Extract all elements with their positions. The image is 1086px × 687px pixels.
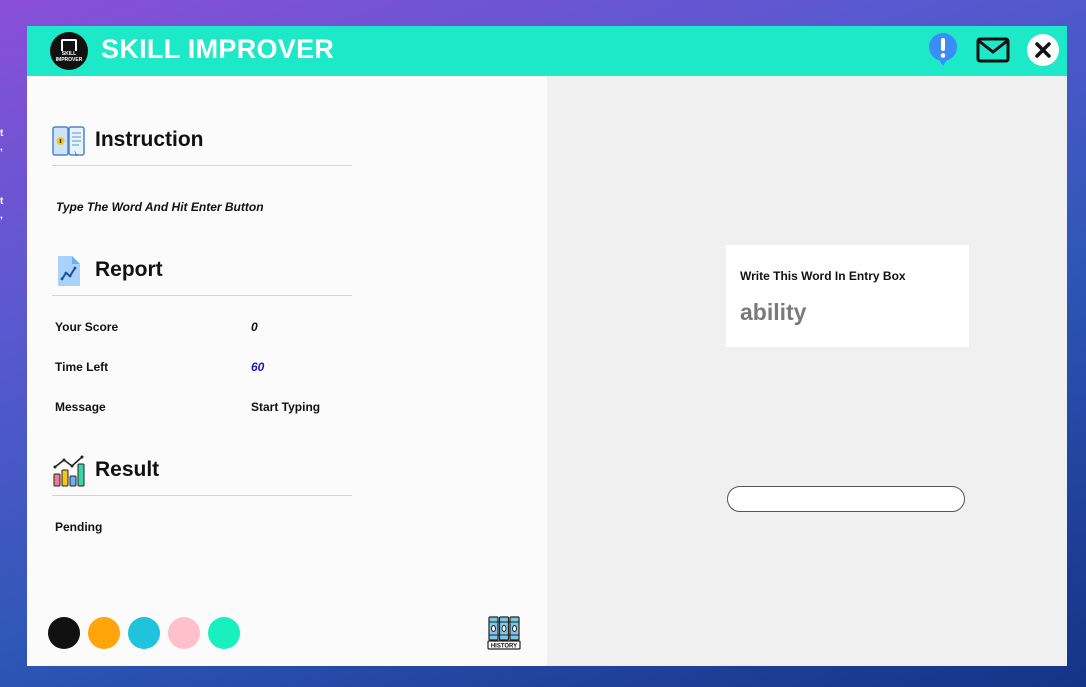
svg-text:HISTORY: HISTORY (491, 643, 517, 649)
app-window: SKILL IMPROVER SKILL IMPROVER Instructio… (27, 26, 1067, 666)
theme-swatch-orange[interactable] (88, 617, 120, 649)
result-heading: Result (95, 458, 160, 481)
instruction-book-icon (52, 124, 86, 158)
word-prompt: Write This Word In Entry Box (740, 269, 906, 283)
target-word: ability (740, 299, 807, 325)
time-left-value: 60 (251, 360, 265, 374)
message-label: Message (55, 400, 106, 414)
message-value: Start Typing (251, 400, 321, 414)
history-button[interactable]: HISTORY (487, 616, 521, 650)
desktop-text-fragment: t, (0, 196, 4, 221)
report-header: Report (52, 254, 352, 296)
result-bar-chart-icon (52, 454, 86, 488)
theme-swatch-cyan[interactable] (128, 617, 160, 649)
app-logo: SKILL IMPROVER (50, 32, 88, 70)
app-title: SKILL IMPROVER (101, 34, 335, 64)
instruction-heading: Instruction (95, 128, 204, 151)
instruction-header: Instruction (52, 124, 352, 166)
desktop-text-fragment: t, (0, 128, 4, 153)
score-label: Your Score (55, 320, 119, 334)
word-entry-input[interactable] (727, 486, 965, 512)
word-card: Write This Word In Entry Box ability (726, 245, 969, 347)
theme-swatch-mint[interactable] (208, 617, 240, 649)
theme-swatch-pink[interactable] (168, 617, 200, 649)
report-heading: Report (95, 258, 163, 281)
theme-swatch-black[interactable] (48, 617, 80, 649)
info-alert-icon[interactable] (925, 32, 961, 68)
history-icon: HISTORY (487, 616, 521, 650)
right-panel: Write This Word In Entry Box ability (547, 76, 1067, 666)
close-icon[interactable] (1025, 32, 1061, 68)
instruction-text: Type The Word And Hit Enter Button (56, 200, 264, 214)
result-text: Pending (55, 520, 103, 534)
time-left-label: Time Left (55, 360, 109, 374)
report-chart-icon (52, 254, 86, 288)
mail-icon[interactable] (975, 32, 1011, 68)
result-header: Result (52, 454, 352, 496)
title-bar: SKILL IMPROVER SKILL IMPROVER (27, 26, 1067, 76)
left-panel: Instruction Type The Word And Hit Enter … (27, 76, 547, 666)
score-value: 0 (251, 320, 258, 334)
